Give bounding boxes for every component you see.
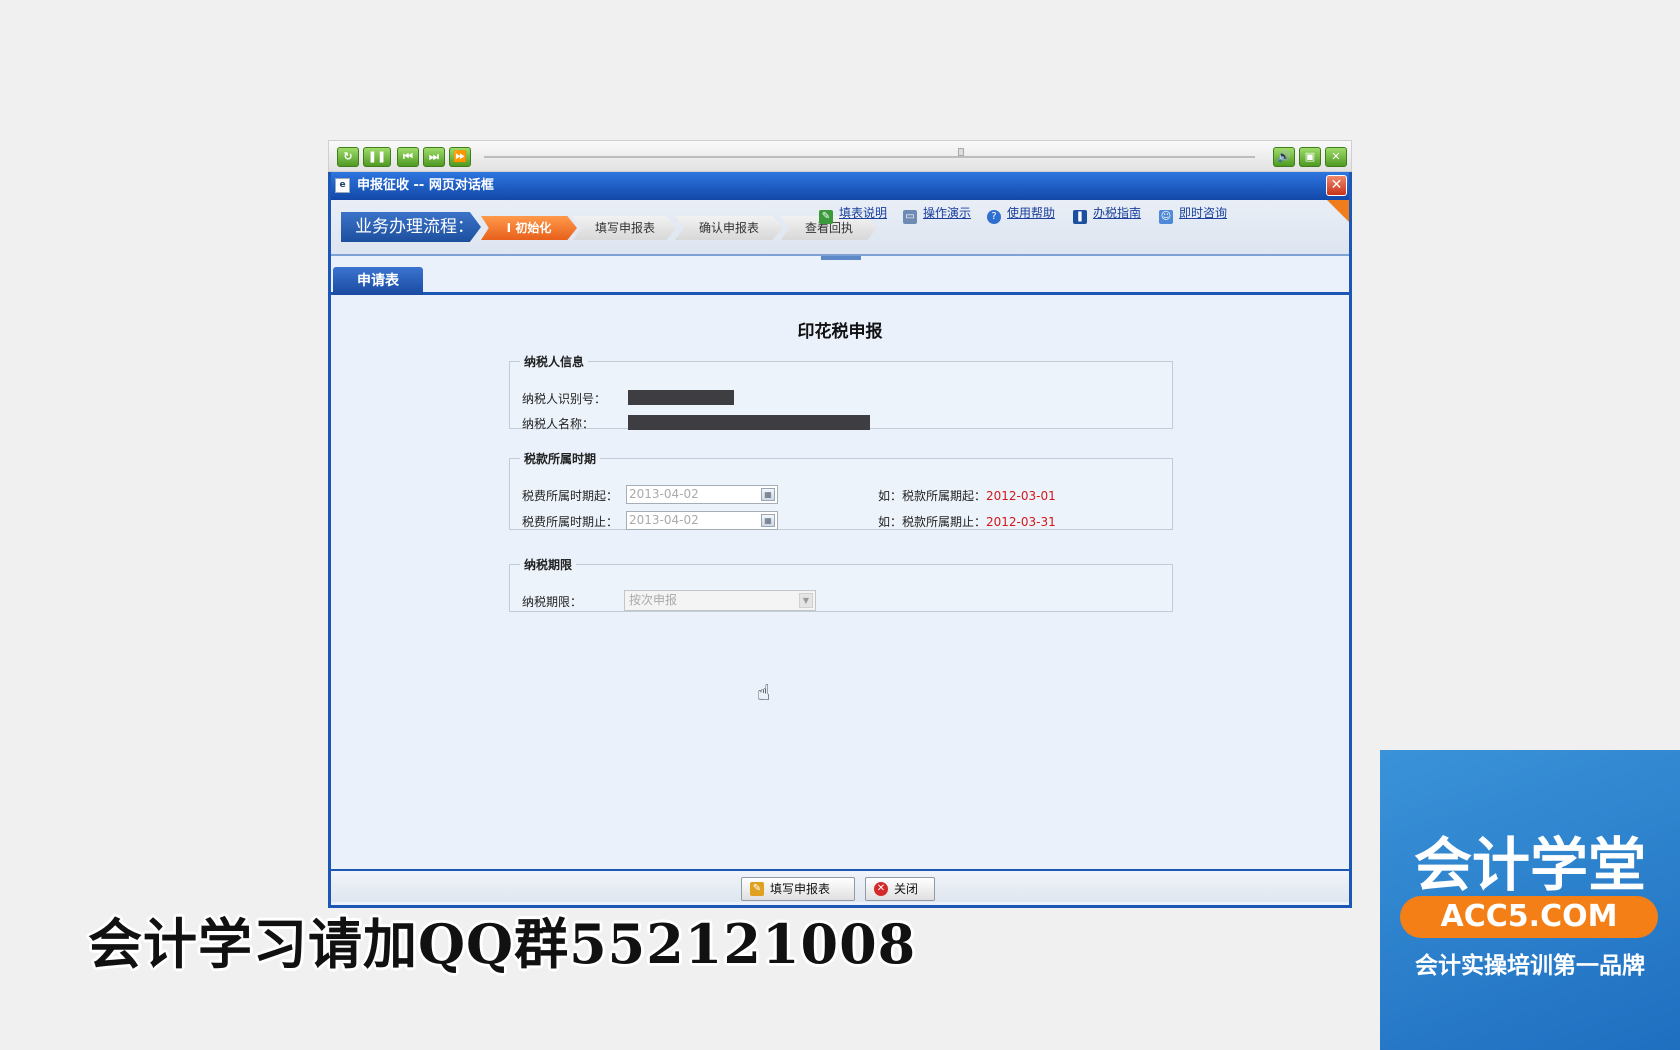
tax-guide-link[interactable]: ❚ 办税指南 bbox=[1073, 204, 1141, 224]
close-icon: ✕ bbox=[874, 882, 888, 896]
seek-track[interactable] bbox=[484, 148, 1255, 158]
help-icon: ? bbox=[987, 210, 1001, 224]
dialog-close-button[interactable]: ✕ bbox=[1326, 175, 1347, 196]
tax-period-group: 税款所属时期 税费所属时期起： 2013-04-02 ▦ 如：税款所属期起：20… bbox=[509, 450, 1173, 530]
chevron-down-icon[interactable]: ▼ bbox=[799, 593, 813, 608]
replay-button[interactable]: ↻ bbox=[337, 147, 359, 167]
step-initialize[interactable]: I 初始化 bbox=[481, 216, 577, 240]
tax-deadline-legend: 纳税期限 bbox=[524, 558, 573, 572]
page-title: 印花税申报 bbox=[797, 322, 883, 342]
period-start-value: 2013-04-02 bbox=[629, 487, 699, 501]
taxpayer-id-redacted bbox=[628, 390, 734, 405]
calendar-icon[interactable]: ▦ bbox=[761, 514, 775, 527]
fill-guide-link[interactable]: ✎ 填表说明 bbox=[819, 204, 887, 224]
corner-flag-icon bbox=[1327, 200, 1349, 222]
step-confirm-form[interactable]: 确认申报表 bbox=[675, 216, 783, 240]
fast-forward-button[interactable]: ⏩ bbox=[449, 147, 471, 167]
period-end-hint-date: 2012-03-31 bbox=[986, 515, 1056, 529]
period-end-hint-text: 如：税款所属期止： bbox=[878, 515, 987, 529]
tax-deadline-select[interactable]: 按次申报 ▼ bbox=[624, 590, 816, 611]
consult-label: 即时咨询 bbox=[1179, 206, 1228, 220]
tax-deadline-group: 纳税期限 纳税期限： 按次申报 ▼ bbox=[509, 556, 1173, 612]
period-start-hint-date: 2012-03-01 bbox=[986, 489, 1056, 503]
player-close-button[interactable]: ✕ bbox=[1325, 147, 1347, 167]
hand-cursor-icon: ☝ bbox=[757, 681, 771, 706]
tax-deadline-label: 纳税期限： bbox=[522, 595, 583, 609]
process-flow-bar: 业务办理流程： I 初始化 填写申报表 确认申报表 查看回执 ✎ 填表说明 ▭ 操作… bbox=[331, 200, 1349, 260]
period-start-input[interactable]: 2013-04-02 ▦ bbox=[626, 485, 778, 504]
fill-form-button-label: 填写申报表 bbox=[770, 882, 831, 896]
period-end-input[interactable]: 2013-04-02 ▦ bbox=[626, 511, 778, 530]
taxpayer-name-redacted bbox=[628, 415, 870, 430]
flow-label: 业务办理流程： bbox=[341, 212, 481, 242]
step-fill-form[interactable]: 填写申报表 bbox=[573, 216, 677, 240]
demo-label: 操作演示 bbox=[923, 206, 972, 220]
help-link[interactable]: ? 使用帮助 bbox=[987, 204, 1055, 224]
taxpayer-info-legend: 纳税人信息 bbox=[524, 355, 585, 369]
form-content: 印花税申报 纳税人信息 纳税人识别号： 纳税人名称： 税款所属时期 税费所属时期… bbox=[331, 295, 1349, 869]
period-start-hint: 如：税款所属期起：2012-03-01 bbox=[878, 487, 1056, 504]
consult-link[interactable]: ☺ 即时咨询 bbox=[1159, 204, 1227, 224]
tab-strip: 申请表 bbox=[331, 265, 1349, 295]
dialog-title: 申报征收 -- 网页对话框 bbox=[357, 178, 494, 193]
users-icon: ☺ bbox=[1159, 210, 1173, 224]
period-end-value: 2013-04-02 bbox=[629, 513, 699, 527]
taxpayer-info-group: 纳税人信息 纳税人识别号： 纳税人名称： bbox=[509, 353, 1173, 431]
prev-button[interactable]: ⏮ bbox=[397, 147, 419, 167]
next-button[interactable]: ⏭ bbox=[423, 147, 445, 167]
pause-button[interactable]: ❚❚ bbox=[363, 147, 391, 167]
page-icon: e bbox=[335, 178, 350, 193]
fill-form-button[interactable]: ✎ 填写申报表 bbox=[741, 877, 855, 901]
tax-guide-label: 办税指南 bbox=[1093, 206, 1142, 220]
player-control-bar: ↻ ❚❚ ⏮ ⏭ ⏩ 🔊 ▣ ✕ bbox=[328, 140, 1352, 172]
close-button-label: 关闭 bbox=[894, 882, 919, 896]
calendar-icon[interactable]: ▦ bbox=[761, 488, 775, 501]
close-button[interactable]: ✕ 关闭 bbox=[865, 877, 935, 901]
dialog-titlebar: e 申报征收 -- 网页对话框 ✕ bbox=[331, 172, 1349, 200]
tax-deadline-selected: 按次申报 bbox=[629, 593, 678, 607]
book-icon: ❚ bbox=[1073, 210, 1087, 224]
seek-handle[interactable] bbox=[958, 148, 964, 156]
qq-group-watermark: 会计学习请加QQ群552121008 bbox=[88, 912, 917, 976]
period-end-hint: 如：税款所属期止：2012-03-31 bbox=[878, 513, 1056, 530]
form-edit-icon: ✎ bbox=[819, 210, 833, 224]
logo-domain: ACC5.COM bbox=[1400, 896, 1658, 938]
fill-guide-label: 填表说明 bbox=[839, 206, 888, 220]
print-button[interactable]: ▣ bbox=[1299, 147, 1321, 167]
demo-link[interactable]: ▭ 操作演示 bbox=[903, 204, 971, 224]
taxpayer-name-label: 纳税人名称： bbox=[522, 417, 595, 431]
taxpayer-id-label: 纳税人识别号： bbox=[522, 392, 607, 406]
volume-button[interactable]: 🔊 bbox=[1273, 147, 1295, 167]
logo-title: 会计学堂 bbox=[1413, 831, 1646, 899]
tax-period-legend: 税款所属时期 bbox=[524, 452, 597, 466]
period-end-label: 税费所属时期止： bbox=[522, 515, 619, 529]
period-start-hint-text: 如：税款所属期起： bbox=[878, 489, 987, 503]
monitor-icon: ▭ bbox=[903, 210, 917, 224]
dialog-footer: ✎ 填写申报表 ✕ 关闭 bbox=[331, 869, 1349, 902]
pencil-icon: ✎ bbox=[750, 882, 764, 896]
help-label: 使用帮助 bbox=[1007, 206, 1056, 220]
period-start-label: 税费所属时期起： bbox=[522, 489, 619, 503]
collapse-handle[interactable] bbox=[821, 256, 861, 260]
tab-application-form[interactable]: 申请表 bbox=[333, 267, 423, 295]
acc5-logo: 会计学堂 ACC5.COM 会计实操培训第一品牌 bbox=[1380, 750, 1680, 1050]
logo-slogan: 会计实操培训第一品牌 bbox=[1415, 953, 1645, 979]
tax-declaration-dialog: e 申报征收 -- 网页对话框 ✕ 业务办理流程： I 初始化 填写申报表 确认… bbox=[328, 172, 1352, 908]
